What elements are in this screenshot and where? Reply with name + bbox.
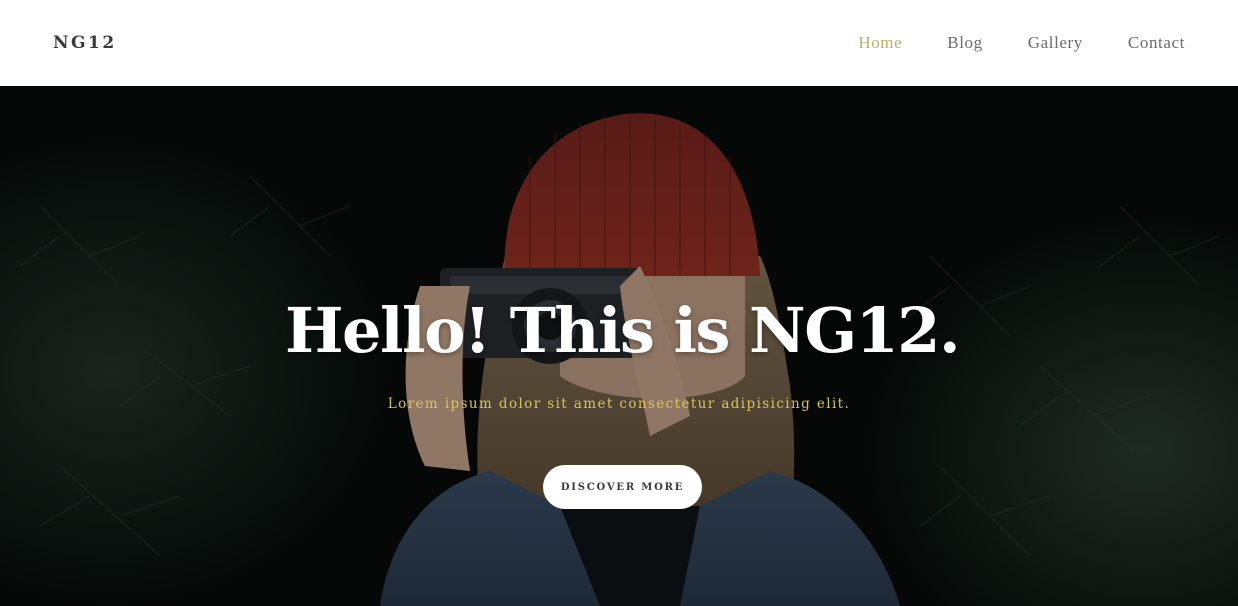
site-header: NG12 Home Blog Gallery Contact [0,0,1238,86]
site-logo[interactable]: NG12 [53,33,117,53]
nav-link-contact[interactable]: Contact [1128,33,1185,53]
discover-more-button[interactable]: DISCOVER MORE [543,465,702,509]
page: NG12 Home Blog Gallery Contact Hello! Th… [0,0,1238,606]
hero-title: Hello! This is NG12. [284,294,961,367]
hero-content: Hello! This is NG12. Lorem ipsum dolor s… [0,86,1238,606]
hero-subtitle: Lorem ipsum dolor sit amet consectetur a… [387,396,851,412]
nav-link-blog[interactable]: Blog [947,33,982,53]
nav-link-home[interactable]: Home [858,33,902,53]
main-nav: Home Blog Gallery Contact [813,33,1185,53]
hero-section: Hello! This is NG12. Lorem ipsum dolor s… [0,86,1238,606]
nav-link-gallery[interactable]: Gallery [1028,33,1083,53]
